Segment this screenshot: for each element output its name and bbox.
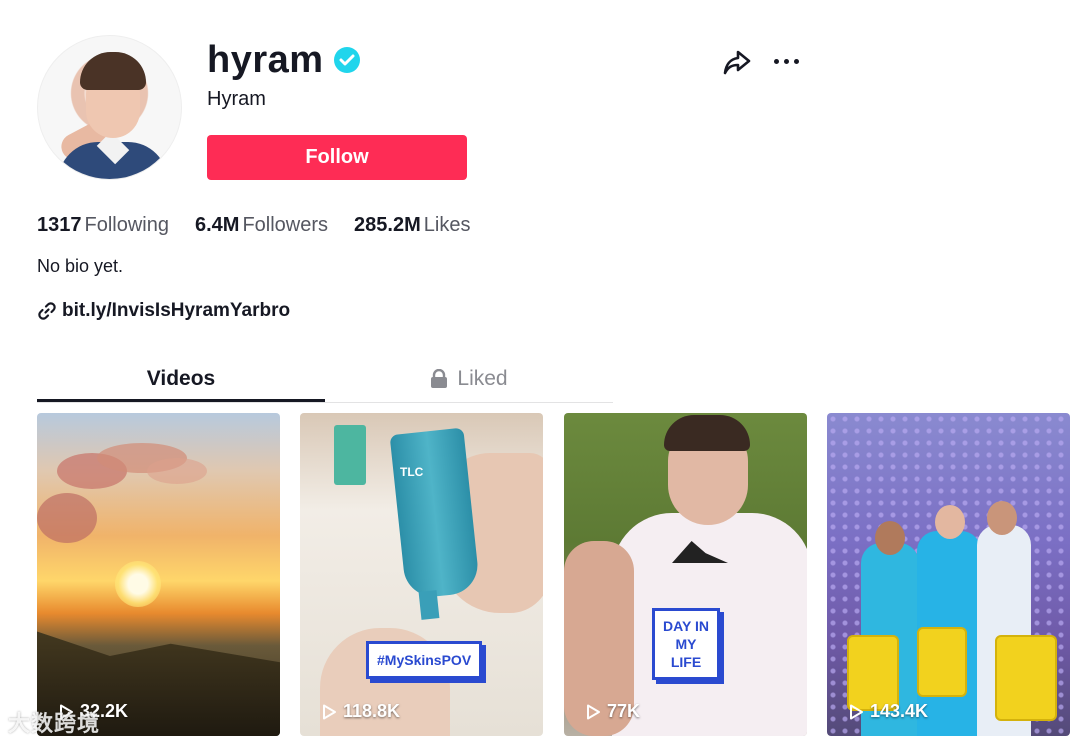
following-stat[interactable]: 1317 Following [37,214,169,237]
video-card[interactable]: 143.4K [827,413,1070,736]
followers-label: Followers [242,214,329,236]
tab-liked[interactable]: Liked [325,355,613,402]
video-card[interactable]: TLC #MySkinsPOV 118.8K [300,413,543,736]
tab-videos-label: Videos [146,366,216,390]
bio-link-text: bit.ly/InvisIsHyramYarbro [62,300,291,321]
play-icon [323,704,336,719]
nickname: Hyram [207,88,266,110]
tab-videos[interactable]: Videos [37,355,325,402]
video-sticker-line: MY LIFE [670,636,702,670]
verified-badge-icon [334,47,360,73]
video-views: 118.8K [320,701,400,722]
active-tab-indicator [37,399,325,402]
avatar [37,35,182,180]
video-views-count: 118.8K [343,701,401,721]
followers-stat[interactable]: 6.4M Followers [195,214,328,237]
likes-label: Likes [423,214,471,236]
video-sticker: DAY IN MY LIFE [652,608,720,680]
watermark: 大数跨境 [8,711,101,736]
profile-tabs: Videos Liked [37,355,613,403]
share-icon[interactable] [721,46,753,78]
video-overlay-text: TLC [400,465,424,479]
video-sticker-line: DAY IN [663,618,709,634]
following-count: 1317 [37,214,82,236]
lock-icon [431,368,448,388]
play-icon [587,704,600,719]
video-views: 143.4K [847,701,928,722]
video-card[interactable]: DAY IN MY LIFE 77K [564,413,807,736]
more-icon[interactable] [772,48,802,76]
video-card[interactable]: 32.2K [37,413,280,736]
video-sticker: #MySkinsPOV [366,641,483,679]
video-views-count: 143.4K [870,701,929,721]
follow-button[interactable]: Follow [207,135,467,180]
bio-text: No bio yet. [37,256,124,276]
video-views-count: 77K [607,701,641,721]
username: hyram [207,39,324,81]
following-label: Following [84,214,169,236]
likes-count: 285.2M [354,214,421,236]
profile-stats: 1317 Following 6.4M Followers 285.2M Likes [37,214,496,237]
followers-count: 6.4M [194,214,240,236]
likes-stat: 285.2M Likes [354,214,470,237]
link-icon [38,302,56,320]
tab-liked-label: Liked [457,366,508,390]
bio-link[interactable]: bit.ly/InvisIsHyramYarbro [37,300,290,322]
play-icon [850,704,863,719]
video-views: 77K [584,701,640,722]
